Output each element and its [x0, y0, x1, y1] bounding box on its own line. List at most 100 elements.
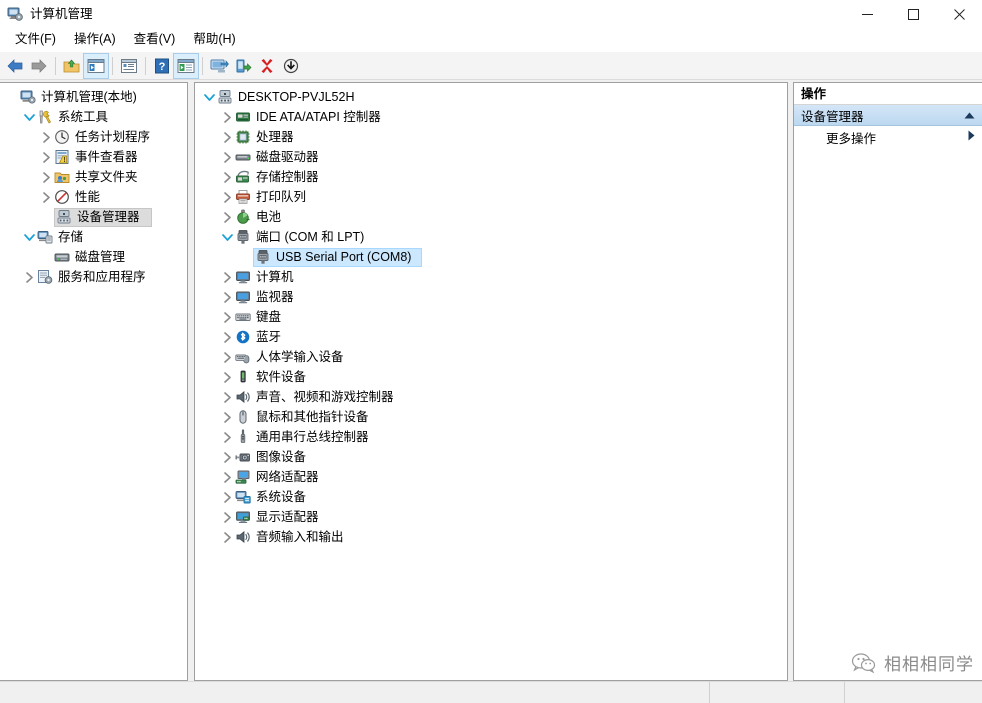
chevron-right-icon[interactable] — [968, 130, 975, 144]
expand-chevron-right-icon[interactable] — [219, 407, 235, 427]
toolbar-show-action-pane[interactable] — [173, 52, 199, 79]
console-tree-item-7[interactable]: 存储 — [0, 227, 187, 247]
toolbar-properties[interactable] — [117, 54, 141, 78]
console-tree-item-6[interactable]: 设备管理器 — [0, 207, 187, 227]
expand-chevron-right-icon[interactable] — [219, 267, 235, 287]
expand-chevron-right-icon[interactable] — [219, 387, 235, 407]
menu-help[interactable]: 帮助(H) — [184, 29, 244, 51]
device-tree-item-6[interactable]: 电池 — [195, 207, 787, 227]
device-tree-item-4[interactable]: 存储控制器 — [195, 167, 787, 187]
action-group-device-manager[interactable]: 设备管理器 — [794, 105, 982, 126]
collapse-chevron-down-icon[interactable] — [21, 227, 37, 247]
collapse-chevron-down-icon[interactable] — [219, 227, 235, 247]
expand-chevron-right-icon[interactable] — [219, 107, 235, 127]
collapse-chevron-down-icon[interactable] — [201, 87, 217, 107]
chevron-up-icon[interactable] — [964, 108, 975, 122]
toolbar-help[interactable]: ? — [150, 54, 174, 78]
chevron-right-icon — [223, 431, 231, 443]
action-more-actions[interactable]: 更多操作 — [794, 126, 982, 148]
collapse-chevron-down-icon[interactable] — [21, 107, 37, 127]
close-button[interactable] — [936, 0, 982, 28]
expand-chevron-right-icon[interactable] — [219, 147, 235, 167]
device-tree-item-11[interactable]: 键盘 — [195, 307, 787, 327]
toolbar-up-folder[interactable] — [60, 54, 84, 78]
device-tree-item-12[interactable]: 蓝牙 — [195, 327, 787, 347]
device-tree-item-22[interactable]: 音频输入和输出 — [195, 527, 787, 547]
device-tree-item-10[interactable]: 监视器 — [195, 287, 787, 307]
expand-chevron-right-icon[interactable] — [38, 147, 54, 167]
toolbar-show-console-tree[interactable] — [83, 52, 109, 79]
chevron-right-icon — [223, 511, 231, 523]
device-tree-item-0[interactable]: DESKTOP-PVJL52H — [195, 87, 787, 107]
device-tree-item-5[interactable]: 打印队列 — [195, 187, 787, 207]
expand-chevron-right-icon[interactable] — [21, 267, 37, 287]
chevron-right-icon — [42, 191, 50, 203]
expand-chevron-right-icon[interactable] — [219, 467, 235, 487]
chevron-right-icon — [223, 491, 231, 503]
expand-chevron-right-icon[interactable] — [38, 187, 54, 207]
expand-chevron-right-icon[interactable] — [219, 327, 235, 347]
chevron-right-icon — [223, 411, 231, 423]
expand-chevron-right-icon[interactable] — [219, 447, 235, 467]
device-tree-item-label: 网络适配器 — [256, 470, 319, 484]
console-tree-item-1[interactable]: 系统工具 — [0, 107, 187, 127]
device-tree-item-19[interactable]: 网络适配器 — [195, 467, 787, 487]
chevron-right-icon — [25, 271, 33, 283]
device-tree-item-21[interactable]: 显示适配器 — [195, 507, 787, 527]
expand-chevron-right-icon[interactable] — [219, 187, 235, 207]
menu-action[interactable]: 操作(A) — [65, 29, 125, 51]
console-tree-item-4[interactable]: 共享文件夹 — [0, 167, 187, 187]
device-tree-item-label: 显示适配器 — [256, 510, 319, 524]
console-tree-item-label: 服务和应用程序 — [58, 270, 146, 284]
expand-chevron-right-icon[interactable] — [219, 427, 235, 447]
expand-chevron-right-icon[interactable] — [219, 307, 235, 327]
device-tree-item-15[interactable]: 声音、视频和游戏控制器 — [195, 387, 787, 407]
device-tree-item-16[interactable]: 鼠标和其他指针设备 — [195, 407, 787, 427]
chevron-down-icon — [23, 113, 35, 121]
expand-chevron-right-icon[interactable] — [219, 127, 235, 147]
device-tree-item-18[interactable]: 图像设备 — [195, 447, 787, 467]
expand-chevron-right-icon[interactable] — [219, 527, 235, 547]
expand-chevron-right-icon[interactable] — [219, 367, 235, 387]
toolbar-back[interactable] — [3, 54, 27, 78]
console-tree-item-label: 计算机管理(本地) — [41, 90, 137, 104]
minimize-button[interactable] — [844, 0, 890, 28]
expand-chevron-right-icon[interactable] — [219, 287, 235, 307]
device-tree-item-7[interactable]: 端口 (COM 和 LPT) — [195, 227, 787, 247]
device-tree-item-9[interactable]: 计算机 — [195, 267, 787, 287]
console-tree-item-8[interactable]: 磁盘管理 — [0, 247, 187, 267]
battery-icon — [235, 209, 251, 225]
toolbar-uninstall-device[interactable] — [255, 54, 279, 78]
serial-port-icon — [255, 249, 271, 265]
device-tree-item-8[interactable]: USB Serial Port (COM8) — [195, 247, 787, 267]
device-tree-item-20[interactable]: 系统设备 — [195, 487, 787, 507]
console-tree-item-3[interactable]: ! 事件查看器 — [0, 147, 187, 167]
toolbar-disable-device[interactable] — [279, 54, 303, 78]
expand-chevron-right-icon[interactable] — [219, 167, 235, 187]
menu-file[interactable]: 文件(F) — [6, 29, 65, 51]
device-tree-item-1[interactable]: IDE ATA/ATAPI 控制器 — [195, 107, 787, 127]
console-tree-item-2[interactable]: 任务计划程序 — [0, 127, 187, 147]
toolbar-update-driver[interactable] — [231, 54, 255, 78]
toolbar-scan-hardware-changes[interactable] — [207, 54, 231, 78]
device-tree-item-3[interactable]: 磁盘驱动器 — [195, 147, 787, 167]
expand-chevron-right-icon[interactable] — [38, 127, 54, 147]
expand-chevron-right-icon[interactable] — [219, 347, 235, 367]
device-tree-item-13[interactable]: 人体学输入设备 — [195, 347, 787, 367]
device-tree-item-2[interactable]: 处理器 — [195, 127, 787, 147]
device-tree-item-17[interactable]: 通用串行总线控制器 — [195, 427, 787, 447]
menu-view[interactable]: 查看(V) — [125, 29, 185, 51]
expand-chevron-right-icon[interactable] — [219, 207, 235, 227]
console-tree-item-0[interactable]: 计算机管理(本地) — [0, 87, 187, 107]
expand-chevron-right-icon[interactable] — [219, 487, 235, 507]
row-content: 电池 — [235, 207, 287, 227]
console-tree-item-5[interactable]: 性能 — [0, 187, 187, 207]
maximize-button[interactable] — [890, 0, 936, 28]
expand-chevron-right-icon[interactable] — [38, 167, 54, 187]
expand-chevron-right-icon[interactable] — [219, 507, 235, 527]
console-tree-item-9[interactable]: 服务和应用程序 — [0, 267, 187, 287]
toolbar-forward[interactable] — [27, 54, 51, 78]
toolbar-separator — [112, 56, 113, 75]
device-tree-item-label: 蓝牙 — [256, 330, 282, 344]
device-tree-item-14[interactable]: 软件设备 — [195, 367, 787, 387]
